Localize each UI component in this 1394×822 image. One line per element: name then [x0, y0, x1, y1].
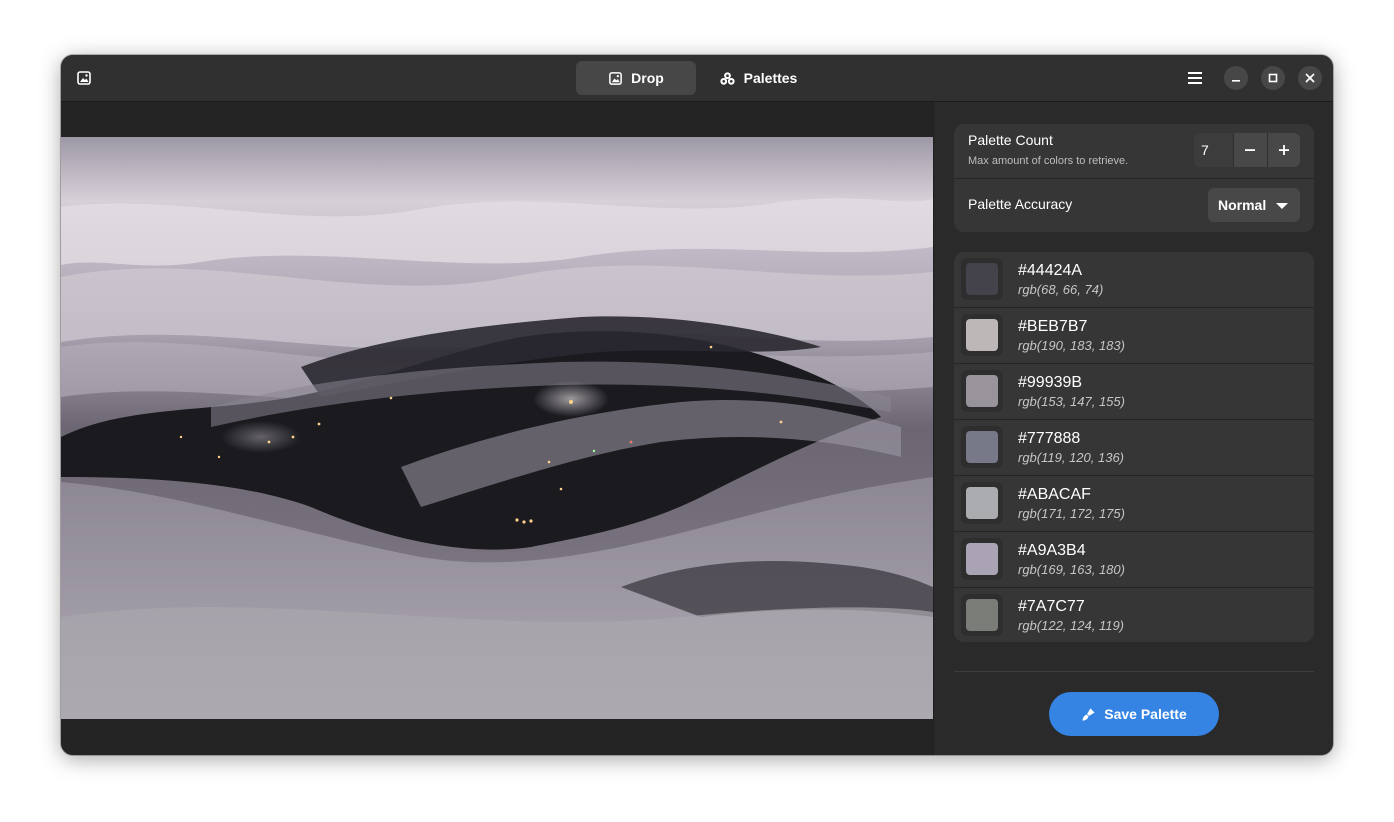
palette-icon: [719, 71, 736, 86]
image-drop-area[interactable]: [61, 102, 933, 755]
decrement-button[interactable]: [1233, 133, 1266, 167]
image-icon: [608, 71, 623, 86]
save-palette-label: Save Palette: [1104, 706, 1187, 722]
palette-accuracy-value: Normal: [1218, 197, 1267, 213]
color-swatch: [961, 314, 1003, 356]
maximize-icon: [1268, 73, 1278, 83]
palette-count-title: Palette Count: [968, 132, 1053, 148]
color-swatch: [961, 258, 1003, 300]
hamburger-menu-icon[interactable]: [1183, 66, 1207, 90]
palette-count-spinbutton[interactable]: 7: [1194, 133, 1300, 167]
swatch-fill: [966, 487, 998, 519]
color-swatch: [961, 370, 1003, 412]
dropped-image: [61, 137, 933, 719]
close-icon: [1305, 73, 1315, 83]
swatch-fill: [966, 319, 998, 351]
close-button[interactable]: [1298, 66, 1322, 90]
color-rgb: rgb(171, 172, 175): [1018, 506, 1125, 521]
color-rgb: rgb(190, 183, 183): [1018, 338, 1125, 353]
swatch-fill: [966, 543, 998, 575]
swatch-fill: [966, 375, 998, 407]
palette-color-row[interactable]: #7A7C77 rgb(122, 124, 119): [954, 588, 1314, 642]
brush-icon: [1081, 707, 1096, 722]
swatch-fill: [966, 599, 998, 631]
increment-button[interactable]: [1266, 133, 1300, 167]
color-hex: #A9A3B4: [1018, 542, 1086, 559]
header-bar: Drop Palettes: [61, 55, 1333, 102]
color-rgb: rgb(119, 120, 136): [1018, 450, 1124, 465]
palette-sidebar: Palette Count Max amount of colors to re…: [933, 102, 1333, 755]
color-hex: #ABACAF: [1018, 486, 1091, 503]
app-window: Drop Palettes Palette Count Max amount o…: [61, 55, 1333, 755]
palette-color-row[interactable]: #BEB7B7 rgb(190, 183, 183): [954, 308, 1314, 364]
color-swatch: [961, 538, 1003, 580]
color-hex: #44424A: [1018, 262, 1083, 279]
color-swatch: [961, 426, 1003, 468]
color-hex: #777888: [1018, 430, 1081, 447]
palette-color-row[interactable]: #99939B rgb(153, 147, 155): [954, 364, 1314, 420]
image-icon[interactable]: [72, 66, 96, 90]
palette-color-row[interactable]: #ABACAF rgb(171, 172, 175): [954, 476, 1314, 532]
swatch-fill: [966, 263, 998, 295]
tab-palettes-label: Palettes: [743, 70, 798, 86]
tab-drop-label: Drop: [631, 70, 664, 86]
color-swatch: [961, 594, 1003, 636]
plus-icon: [1278, 144, 1290, 156]
palette-count-value[interactable]: 7: [1194, 133, 1234, 167]
palette-accuracy-dropdown[interactable]: Normal: [1208, 188, 1300, 222]
palette-accuracy-row: Palette Accuracy Normal: [954, 179, 1314, 232]
color-rgb: rgb(169, 163, 180): [1018, 562, 1125, 577]
color-rgb: rgb(68, 66, 74): [1018, 282, 1104, 297]
color-swatch: [961, 482, 1003, 524]
color-rgb: rgb(122, 124, 119): [1018, 618, 1124, 633]
color-hex: #BEB7B7: [1018, 318, 1088, 335]
tab-palettes[interactable]: Palettes: [708, 61, 808, 95]
chevron-down-icon: [1276, 203, 1288, 209]
footer-separator: [954, 671, 1314, 672]
palette-color-row[interactable]: #A9A3B4 rgb(169, 163, 180): [954, 532, 1314, 588]
color-rgb: rgb(153, 147, 155): [1018, 394, 1125, 409]
palette-accuracy-title: Palette Accuracy: [968, 196, 1073, 212]
palette-list: #44424A rgb(68, 66, 74) #BEB7B7 rgb(190,…: [954, 252, 1314, 642]
palette-color-row[interactable]: #777888 rgb(119, 120, 136): [954, 420, 1314, 476]
color-hex: #99939B: [1018, 374, 1083, 391]
minus-icon: [1244, 144, 1256, 156]
settings-card: Palette Count Max amount of colors to re…: [954, 124, 1314, 232]
minimize-button[interactable]: [1224, 66, 1248, 90]
swatch-fill: [966, 431, 998, 463]
palette-color-row[interactable]: #44424A rgb(68, 66, 74): [954, 252, 1314, 308]
save-palette-button[interactable]: Save Palette: [1049, 692, 1219, 736]
palette-count-subtitle: Max amount of colors to retrieve.: [968, 155, 1129, 167]
palette-count-row: Palette Count Max amount of colors to re…: [954, 124, 1314, 178]
color-hex: #7A7C77: [1018, 598, 1085, 615]
minimize-icon: [1231, 73, 1241, 83]
tab-drop[interactable]: Drop: [576, 61, 696, 95]
maximize-button[interactable]: [1261, 66, 1285, 90]
